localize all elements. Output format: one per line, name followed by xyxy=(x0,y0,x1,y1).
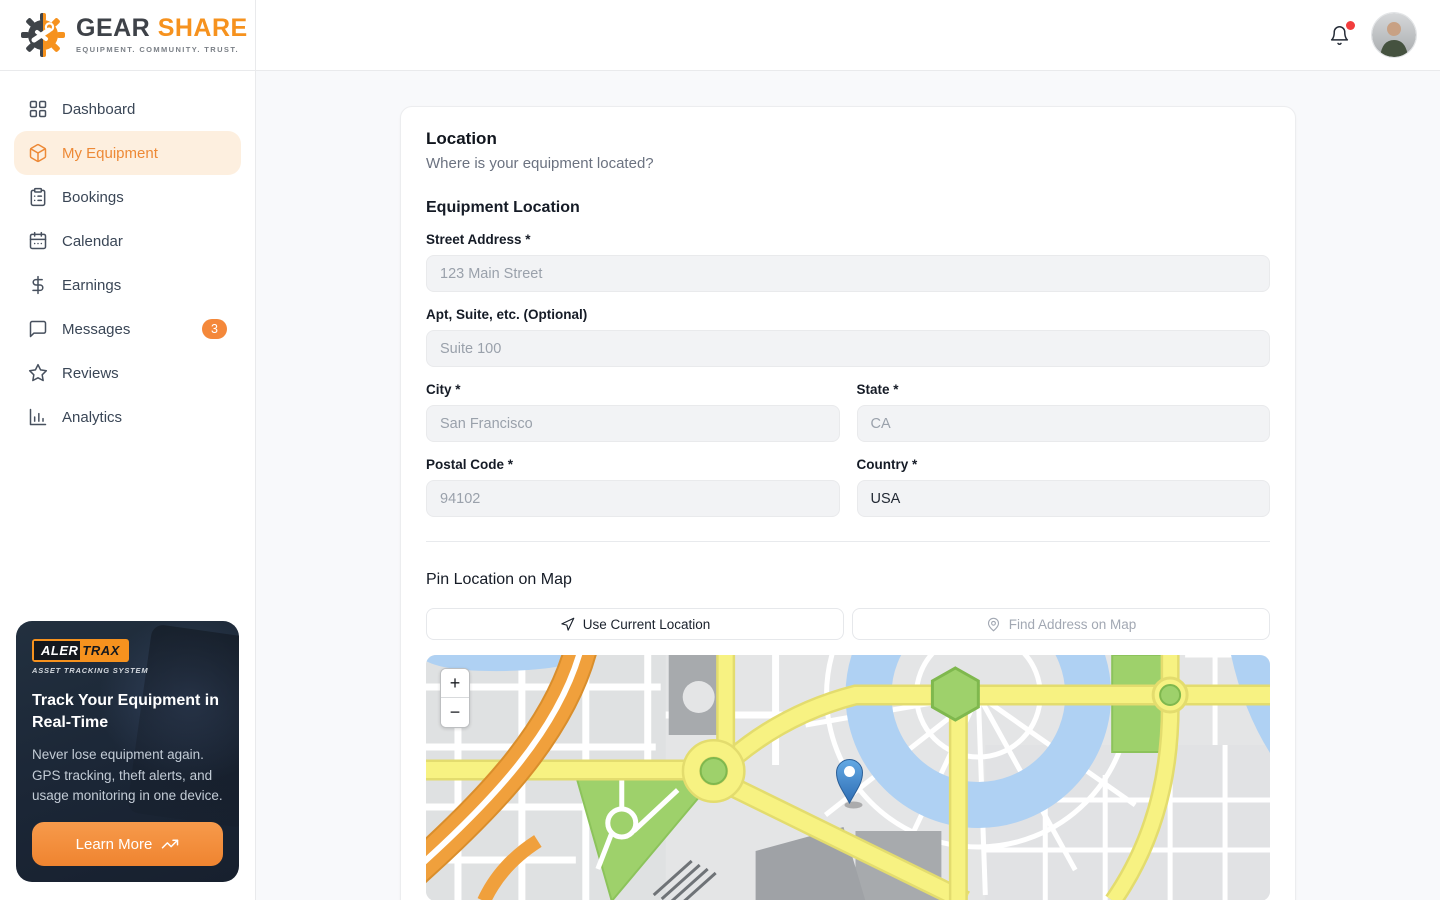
state-label: State * xyxy=(856,382,899,397)
sidebar-item-label: Dashboard xyxy=(62,100,136,118)
sidebar-item-label: Earnings xyxy=(62,276,122,294)
city-input[interactable] xyxy=(426,405,840,442)
postal-code-label: Postal Code * xyxy=(426,457,514,472)
page-subtitle: Where is your equipment located? xyxy=(426,155,654,172)
country-label: Country * xyxy=(856,457,918,472)
promo-title: Track Your Equipment in Real-Time xyxy=(32,692,219,731)
map-zoom-in-button[interactable]: + xyxy=(441,669,469,698)
map-zoom-controls: + − xyxy=(440,668,470,728)
sidebar-item-calendar[interactable]: Calendar xyxy=(14,219,241,263)
use-current-location-button[interactable]: Use Current Location xyxy=(426,608,844,640)
find-address-on-map-button[interactable]: Find Address on Map xyxy=(852,608,1270,640)
map-pin-icon xyxy=(987,617,999,631)
top-header xyxy=(256,0,1440,71)
main-content: Location Where is your equipment located… xyxy=(256,71,1440,900)
brand-tagline: EQUIPMENT. COMMUNITY. TRUST. xyxy=(76,45,239,54)
map-zoom-out-button[interactable]: − xyxy=(441,698,469,727)
sidebar-item-messages[interactable]: Messages 3 xyxy=(14,307,241,351)
sidebar-item-reviews[interactable]: Reviews xyxy=(14,351,241,395)
navigation-arrow-icon xyxy=(561,617,575,631)
chat-icon xyxy=(29,320,47,338)
promo-description: Never lose equipment again. GPS tracking… xyxy=(32,747,223,803)
learn-more-button[interactable]: Learn More xyxy=(32,822,223,866)
brand-logo[interactable]: GEAR SHARE EQUIPMENT. COMMUNITY. TRUST. xyxy=(0,0,255,71)
trending-up-icon xyxy=(162,839,179,849)
avatar-image xyxy=(1372,13,1416,57)
bar-chart-icon xyxy=(29,408,47,426)
sidebar-item-label: Reviews xyxy=(62,364,119,382)
user-avatar[interactable] xyxy=(1372,13,1416,57)
apt-suite-input[interactable] xyxy=(426,330,1270,367)
sidebar-nav: Dashboard My Equipment Bookings Calendar… xyxy=(0,71,255,439)
alerttrax-logo-subtitle: ASSET TRACKING SYSTEM xyxy=(32,666,149,676)
alerttrax-promo-card: ALER TRAX ASSET TRACKING SYSTEM Track You… xyxy=(16,621,239,882)
dashboard-grid-icon xyxy=(29,100,47,118)
sidebar: GEAR SHARE EQUIPMENT. COMMUNITY. TRUST. … xyxy=(0,0,256,900)
sidebar-item-analytics[interactable]: Analytics xyxy=(14,395,241,439)
page-title: Location xyxy=(426,129,497,148)
calendar-icon xyxy=(29,231,47,250)
messages-count-badge: 3 xyxy=(202,319,227,339)
street-address-label: Street Address * xyxy=(426,232,531,247)
dollar-icon xyxy=(32,275,44,295)
location-card: Location Where is your equipment located… xyxy=(400,106,1296,900)
pin-location-heading: Pin Location on Map xyxy=(426,571,572,588)
sidebar-item-dashboard[interactable]: Dashboard xyxy=(14,87,241,131)
alerttrax-logo: ALER TRAX xyxy=(32,639,129,663)
sidebar-item-earnings[interactable]: Earnings xyxy=(14,263,241,307)
map-illustration xyxy=(426,655,1270,900)
star-icon xyxy=(28,363,48,382)
sidebar-item-label: Bookings xyxy=(62,188,124,206)
sidebar-item-label: Analytics xyxy=(62,408,123,426)
package-icon xyxy=(29,143,47,163)
city-label: City * xyxy=(426,382,461,397)
notifications-button[interactable] xyxy=(1329,20,1355,46)
street-address-input[interactable] xyxy=(426,255,1270,292)
postal-code-input[interactable] xyxy=(426,480,840,517)
clipboard-icon xyxy=(30,187,46,207)
equipment-location-heading: Equipment Location xyxy=(426,199,580,216)
notification-dot xyxy=(1346,20,1355,30)
state-input[interactable] xyxy=(856,405,1270,442)
gear-handshake-logo-icon xyxy=(21,13,65,57)
sidebar-item-my-equipment[interactable]: My Equipment xyxy=(14,131,241,175)
sidebar-item-bookings[interactable]: Bookings xyxy=(14,175,241,219)
sidebar-item-label: My Equipment xyxy=(62,144,158,162)
sidebar-item-label: Calendar xyxy=(62,232,123,250)
apt-suite-label: Apt, Suite, etc. (Optional) xyxy=(426,307,588,322)
map-canvas[interactable]: + − xyxy=(426,655,1270,900)
brand-name: GEAR SHARE xyxy=(76,14,248,42)
country-input[interactable] xyxy=(856,480,1270,517)
sidebar-item-label: Messages xyxy=(62,320,131,338)
section-divider xyxy=(426,541,1270,542)
